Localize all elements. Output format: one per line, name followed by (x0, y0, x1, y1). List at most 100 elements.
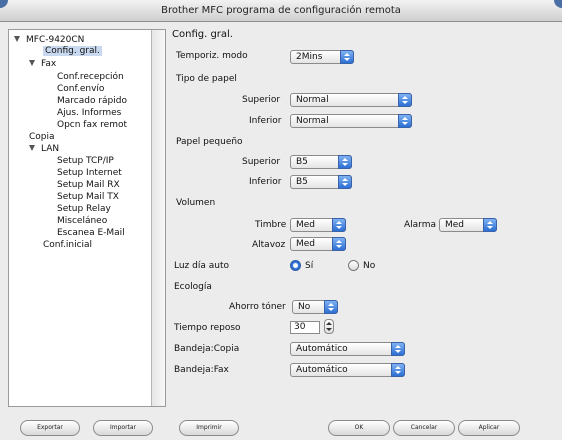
tree-item-mfc[interactable]: MFC-9420CN (14, 35, 84, 46)
altavoz-label: Altavoz (252, 240, 286, 250)
ecologia-label: Ecología (174, 282, 212, 292)
tree-item-conf-recepcion[interactable]: Conf.recepción (57, 72, 124, 83)
pp-inferior-label: Inferior (249, 177, 282, 187)
tree-item-label: Conf.envío (57, 84, 105, 94)
tree-item-label: Conf.recepción (57, 72, 124, 82)
timbre-label: Timbre (255, 220, 287, 230)
pp-superior-popup[interactable]: B5 (290, 155, 352, 169)
ahorro-toner-popup[interactable]: No (292, 300, 338, 314)
temporiz-value: 2Mins (296, 52, 323, 62)
app-window: Brother MFC programa de configuración re… (0, 0, 562, 440)
panel-title: Config. gral. (172, 29, 233, 40)
superior-popup[interactable]: Normal (290, 93, 412, 107)
ok-button[interactable]: OK (328, 420, 390, 436)
timbre-popup[interactable]: Med (290, 218, 346, 232)
tree-item-label: Setup Mail TX (57, 192, 119, 202)
pp-superior-value: B5 (296, 157, 308, 167)
tree-item-setup-mail-rx[interactable]: Setup Mail RX (57, 180, 120, 191)
pp-inferior-popup[interactable]: B5 (290, 175, 352, 189)
tiempo-reposo-stepper[interactable] (324, 319, 334, 334)
aplicar-button[interactable]: Aplicar (458, 420, 520, 436)
inferior-value: Normal (296, 116, 329, 126)
tree-item-setup-relay[interactable]: Setup Relay (57, 204, 111, 215)
tree-item-conf-inicial[interactable]: Conf.inicial (43, 240, 92, 251)
timbre-value: Med (296, 220, 316, 230)
tree-item-label: Ajus. Informes (57, 108, 122, 118)
popup-arrows-icon (398, 114, 412, 128)
ahorro-toner-value: No (298, 302, 311, 312)
tree-item-setup-internet[interactable]: Setup Internet (57, 168, 122, 179)
bandeja-fax-popup[interactable]: Automático (290, 363, 405, 377)
title-bar: Brother MFC programa de configuración re… (0, 0, 562, 22)
tree-item-setup-mail-tx[interactable]: Setup Mail TX (57, 192, 119, 203)
window-title: Brother MFC programa de configuración re… (161, 5, 401, 16)
bandeja-fax-value: Automático (296, 365, 348, 375)
popup-arrows-icon (391, 342, 405, 356)
luz-si-label: Sí (305, 261, 314, 271)
bandeja-copia-label: Bandeja:Copia (174, 344, 240, 354)
inferior-popup[interactable]: Normal (290, 114, 412, 128)
tree-item-fax[interactable]: Fax (29, 59, 56, 70)
tree-item-label: Copia (29, 132, 55, 142)
tree-item-escanea-email[interactable]: Escanea E-Mail (57, 228, 125, 239)
popup-arrows-icon (338, 155, 352, 169)
tree-item-label: Fax (41, 59, 57, 69)
temporiz-label: Temporiz. modo (176, 51, 248, 61)
alarma-label: Alarma (404, 220, 436, 230)
popup-arrows-icon (338, 175, 352, 189)
tree-item-marcado-rapido[interactable]: Marcado rápido (57, 96, 127, 107)
altavoz-popup[interactable]: Med (290, 237, 346, 251)
tipo-papel-label: Tipo de papel (176, 74, 237, 84)
tree-item-label: LAN (41, 144, 60, 154)
tree-item-label: MFC-9420CN (26, 35, 85, 45)
tiempo-reposo-label: Tiempo reposo (174, 323, 241, 333)
exportar-button[interactable]: Exportar (20, 420, 80, 436)
alarma-popup[interactable]: Med (439, 218, 497, 232)
tree-item-label: Config. gral. (43, 46, 102, 56)
bandeja-copia-value: Automático (296, 344, 348, 354)
tree-item-setup-tcpip[interactable]: Setup TCP/IP (57, 156, 114, 167)
tree-item-copia[interactable]: Copia (29, 132, 55, 143)
papel-pequeno-label: Papel pequeño (176, 137, 243, 147)
tree-item-miscelaneo[interactable]: Misceláneo (57, 216, 107, 227)
bandeja-copia-popup[interactable]: Automático (290, 342, 405, 356)
tree-item-label: Setup Relay (57, 204, 111, 214)
luz-dia-label: Luz día auto (174, 261, 229, 271)
tree-item-ajus-informes[interactable]: Ajus. Informes (57, 108, 121, 119)
tree-item-opcn-fax-remot[interactable]: Opcn fax remot (57, 120, 127, 131)
luz-si-radio[interactable] (290, 260, 301, 271)
importar-button[interactable]: Importar (93, 420, 153, 436)
temporiz-popup[interactable]: 2Mins (290, 50, 354, 64)
tree-item-label: Opcn fax remot (57, 120, 128, 130)
disclosure-triangle-icon[interactable] (14, 35, 20, 42)
tree-item-label: Setup Mail RX (57, 180, 120, 190)
title-corner-left (0, 0, 8, 8)
tree-item-conf-envio[interactable]: Conf.envío (57, 84, 104, 95)
volumen-label: Volumen (176, 198, 216, 208)
tree-scrollbar[interactable] (151, 30, 165, 406)
luz-no-radio[interactable] (348, 260, 359, 271)
tree-item-label: Misceláneo (57, 216, 108, 226)
imprimir-button[interactable]: Imprimir (179, 420, 239, 436)
popup-arrows-icon (483, 218, 497, 232)
ahorro-toner-label: Ahorro tóner (229, 302, 286, 312)
superior-value: Normal (296, 95, 329, 105)
disclosure-triangle-icon[interactable] (29, 59, 35, 66)
popup-arrows-icon (340, 50, 354, 64)
luz-no-label: No (363, 261, 376, 271)
tree-item-config-gral[interactable]: Config. gral. (43, 46, 102, 57)
alarma-value: Med (445, 220, 465, 230)
tree-item-label: Escanea E-Mail (57, 228, 125, 238)
pp-inferior-value: B5 (296, 177, 308, 187)
popup-arrows-icon (398, 93, 412, 107)
inferior-label: Inferior (249, 116, 282, 126)
cancelar-button[interactable]: Cancelar (393, 420, 455, 436)
popup-arrows-icon (332, 237, 346, 251)
tree-item-label: Setup Internet (57, 168, 122, 178)
popup-arrows-icon (332, 218, 346, 232)
tiempo-reposo-input[interactable]: 30 (290, 321, 320, 334)
tree-item-lan[interactable]: LAN (29, 144, 59, 155)
tree-list: MFC-9420CN Config. gral. Fax Conf.recepc… (9, 30, 151, 406)
disclosure-triangle-icon[interactable] (29, 144, 35, 151)
superior-label: Superior (242, 95, 281, 105)
